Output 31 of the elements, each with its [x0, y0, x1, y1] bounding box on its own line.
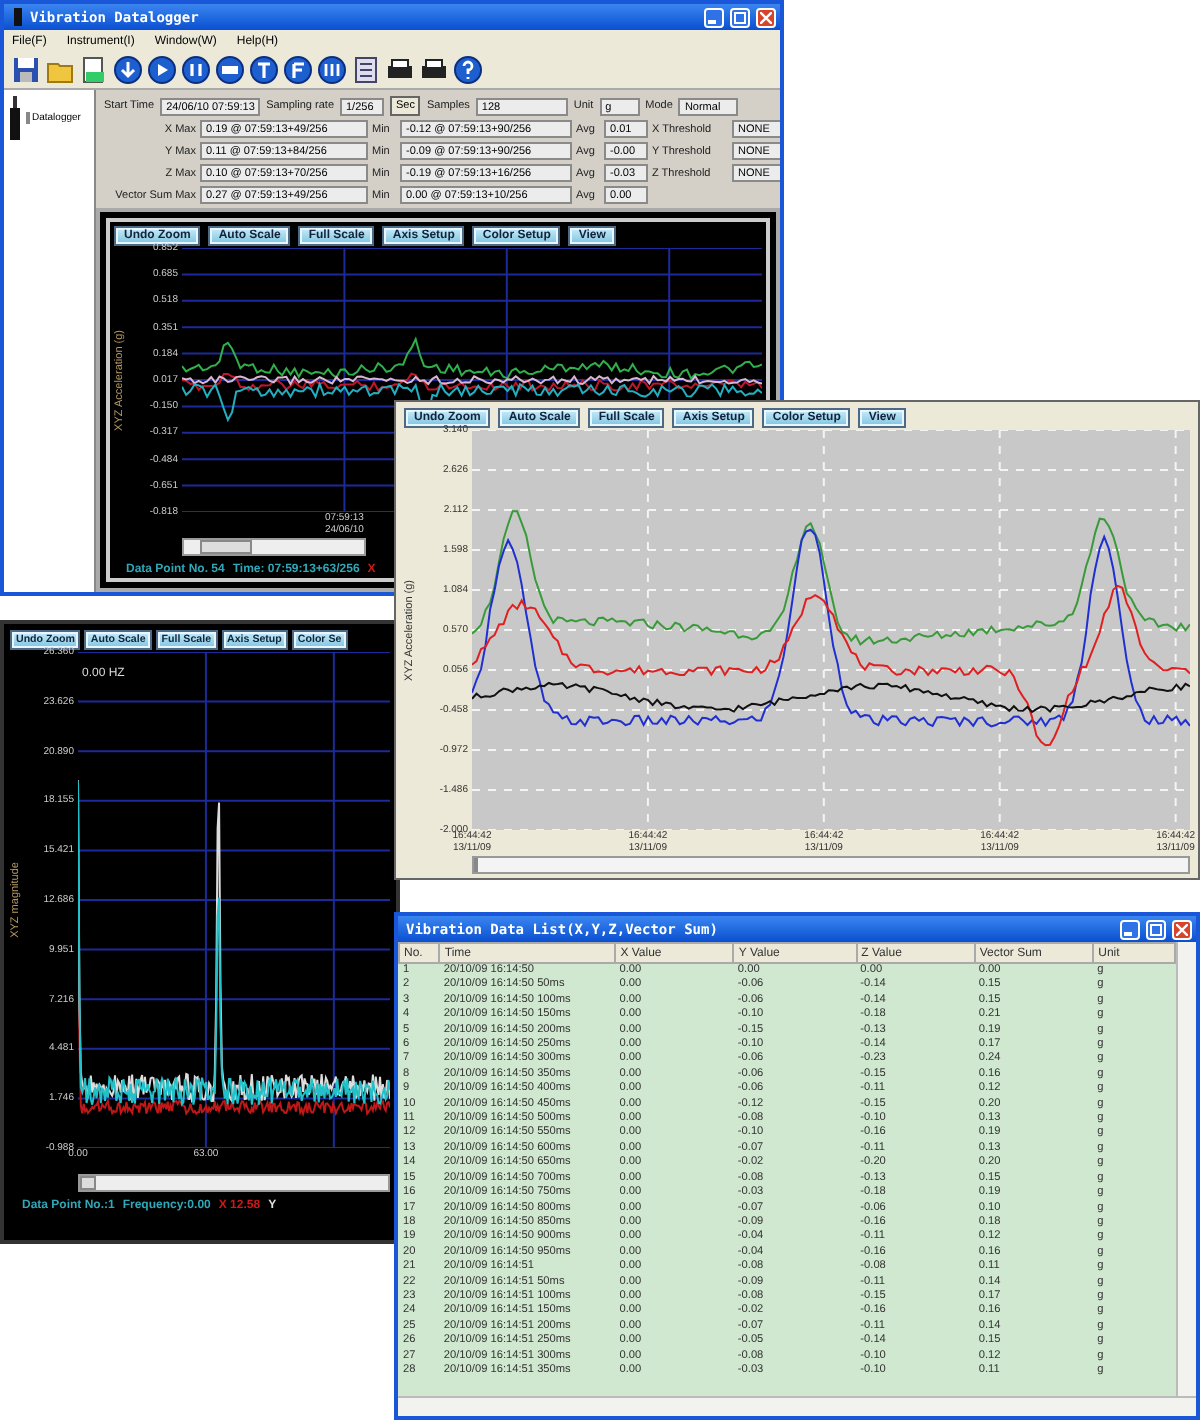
pause-icon[interactable]: [182, 56, 210, 84]
scrollbar[interactable]: [1176, 942, 1196, 1396]
minimize-button[interactable]: [704, 7, 724, 27]
close-icon: [760, 11, 772, 23]
help-icon[interactable]: [454, 56, 482, 84]
list-icon[interactable]: [352, 56, 380, 84]
play-icon[interactable]: [148, 56, 176, 84]
bars-icon[interactable]: [318, 56, 346, 84]
download-icon[interactable]: [114, 56, 142, 84]
app-icon: [12, 8, 24, 26]
scrollbar[interactable]: [398, 1396, 1196, 1416]
maximize-button[interactable]: [1146, 919, 1166, 939]
record-icon[interactable]: [216, 56, 244, 84]
scrollbar[interactable]: [182, 538, 366, 556]
close-button[interactable]: [756, 7, 776, 27]
printer-icon[interactable]: [420, 56, 448, 84]
maximize-icon: [734, 11, 746, 23]
maximize-icon: [1150, 923, 1162, 935]
device-icon: [8, 96, 22, 140]
scrollbar[interactable]: [472, 856, 1190, 874]
scrollbar[interactable]: [78, 1174, 390, 1192]
save-icon[interactable]: [12, 56, 40, 84]
scrollbar-thumb[interactable]: [474, 858, 478, 872]
close-icon: [1176, 923, 1188, 935]
scrollbar-thumb[interactable]: [80, 1176, 96, 1190]
document-icon[interactable]: [80, 56, 108, 84]
scrollbar-thumb[interactable]: [200, 540, 252, 554]
close-button[interactable]: [1172, 919, 1192, 939]
minimize-button[interactable]: [1120, 919, 1140, 939]
printer-icon[interactable]: [386, 56, 414, 84]
maximize-button[interactable]: [730, 7, 750, 27]
